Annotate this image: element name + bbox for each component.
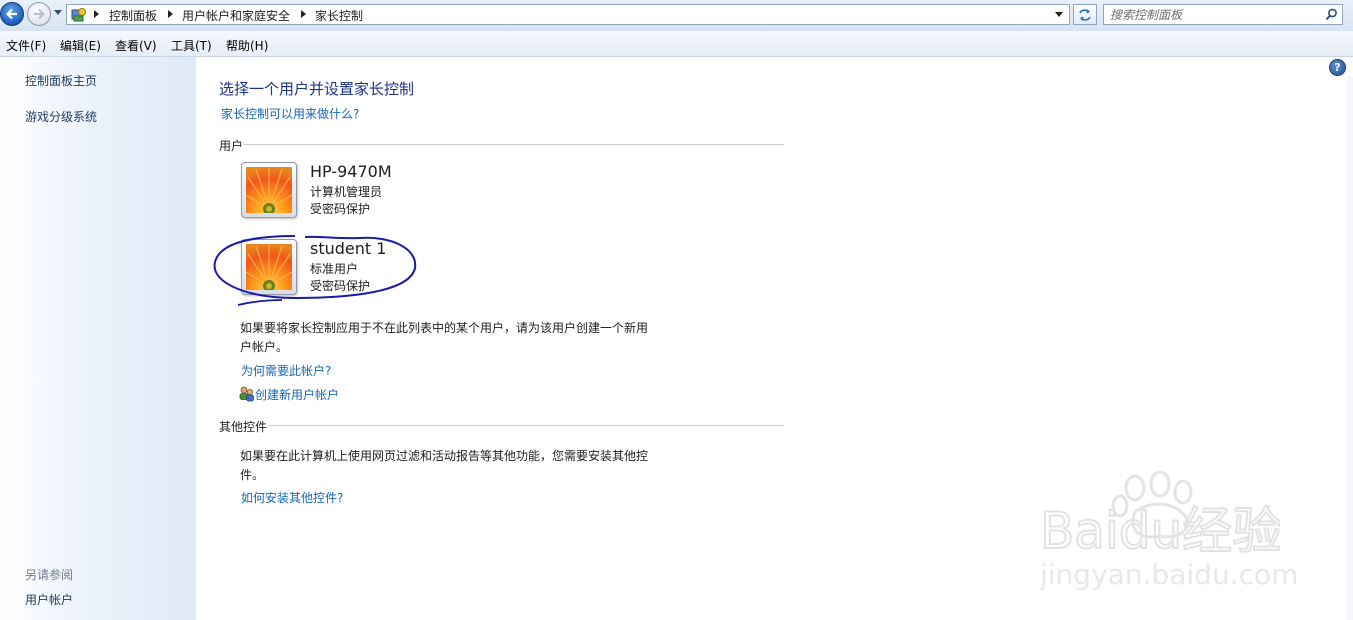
other-controls-note-text: 如果要在此计算机上使用网页过滤和活动报告等其他功能，您需要安装其他控件。 [240, 449, 649, 482]
see-also-heading: 另请参阅 [25, 568, 74, 582]
back-button[interactable] [0, 2, 24, 26]
sidebar-item-user-accounts[interactable]: 用户帐户 [25, 591, 73, 608]
section-divider [244, 144, 784, 145]
recent-pages-dropdown-icon[interactable] [54, 10, 62, 15]
baidu-paw-watermark: Baidu经验 [1039, 470, 1280, 560]
menu-file[interactable]: 文件(F) [6, 37, 46, 54]
user-name: HP-9470M [310, 162, 392, 181]
refresh-icon [1079, 9, 1091, 21]
watermark-brand: Baidu经验 [1040, 502, 1280, 560]
install-other-controls-link[interactable]: 如何安装其他控件? [241, 489, 343, 506]
annotation-circle [213, 235, 417, 306]
menu-help[interactable]: 帮助(H) [226, 37, 268, 54]
sidebar-item-control-panel-home[interactable]: 控制面板主页 [25, 72, 97, 89]
address-field[interactable]: 控制面板 用户帐户和家庭安全 家长控制 [66, 4, 1070, 25]
section-divider [269, 425, 784, 426]
flower-avatar-icon [246, 167, 292, 213]
menu-edit[interactable]: 编辑(E) [60, 37, 101, 54]
watermark-url: jingyan.baidu.com [1040, 558, 1299, 591]
scrollbar[interactable] [1347, 77, 1353, 620]
search-box[interactable] [1103, 4, 1343, 25]
users-section-heading: 用户 [219, 139, 244, 153]
search-icon[interactable] [1325, 8, 1338, 21]
menu-view[interactable]: 查看(V) [115, 37, 157, 54]
avatar [241, 162, 297, 218]
sidebar-item-game-ratings[interactable]: 游戏分级系统 [25, 108, 97, 125]
why-need-account-link[interactable]: 为何需要此帐户? [241, 362, 331, 379]
breadcrumb-separator-icon[interactable] [168, 10, 173, 18]
user-tile-hp-9470m[interactable]: HP-9470M 计算机管理员 受密码保护 [241, 162, 601, 220]
user-password-status: 受密码保护 [310, 202, 371, 216]
page-title: 选择一个用户并设置家长控制 [219, 80, 415, 98]
breadcrumb-user-accounts[interactable]: 用户帐户和家庭安全 [182, 7, 290, 24]
address-dropdown-icon[interactable] [1055, 12, 1063, 17]
users-note-text: 如果要将家长控制应用于不在此列表中的某个用户，请为该用户创建一个新用户帐户。 [240, 321, 649, 354]
create-new-account-link[interactable]: 创建新用户帐户 [255, 386, 339, 403]
forward-arrow-icon [34, 8, 46, 20]
what-can-parental-controls-do-link[interactable]: 家长控制可以用来做什么? [221, 105, 359, 122]
breadcrumb-separator-icon[interactable] [94, 10, 99, 18]
users-icon [239, 386, 254, 402]
forward-button[interactable] [27, 2, 51, 26]
control-panel-icon [71, 8, 86, 22]
menu-bar: 文件(F) 编辑(E) 查看(V) 工具(T) 帮助(H) [0, 31, 1353, 57]
search-input[interactable] [1110, 7, 1310, 22]
breadcrumb-parental-controls[interactable]: 家长控制 [315, 7, 363, 24]
help-icon[interactable]: ? [1329, 59, 1346, 76]
sidebar: 控制面板主页 游戏分级系统 另请参阅 用户帐户 [0, 57, 196, 620]
back-arrow-icon [5, 8, 17, 20]
other-controls-section-heading: 其他控件 [219, 420, 268, 434]
refresh-button[interactable] [1073, 4, 1097, 25]
breadcrumb-separator-icon[interactable] [301, 10, 306, 18]
breadcrumb-control-panel[interactable]: 控制面板 [109, 7, 157, 24]
address-toolbar: 控制面板 用户帐户和家庭安全 家长控制 [0, 0, 1353, 31]
user-role: 计算机管理员 [310, 185, 383, 199]
menu-tools[interactable]: 工具(T) [171, 37, 212, 54]
